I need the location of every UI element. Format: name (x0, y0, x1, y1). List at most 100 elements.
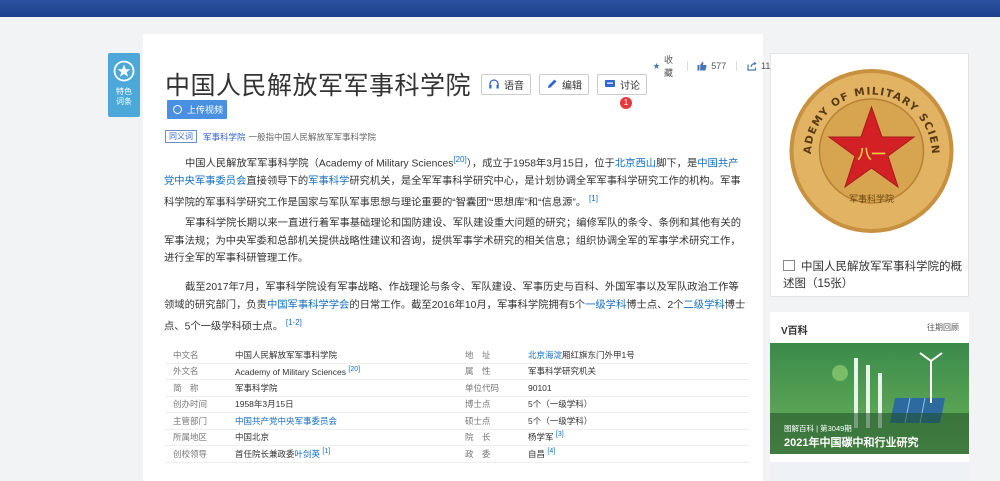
info-key: 政 委 (465, 448, 491, 459)
like-button[interactable]: 577 (697, 61, 726, 71)
info-link[interactable]: 北京海淀 (528, 350, 562, 360)
info-link[interactable]: 叶剑英 (295, 449, 321, 459)
table-row: 中文名 中国人民解放军军事科学院 地 址 北京海淀厢红旗东门外甲1号 (165, 347, 749, 364)
info-key: 单位代码 (465, 382, 500, 393)
citation-link[interactable]: [3] (556, 431, 564, 438)
intro-paragraph-2: 军事科学院长期以来一直进行着军事基础理论和国防建设、军队建设重大问题的研究；编修… (164, 218, 742, 264)
image-caption[interactable]: 中国人民解放军军事科学院的概述图（15张） (783, 259, 963, 293)
title-row: 中国人民解放军军事科学院 语音 编辑 讨论 (165, 66, 648, 102)
citation-link[interactable]: [20] (453, 155, 466, 164)
table-row: 创校领导 首任院长兼政委叶剑英 [1] 政 委 自昌 [4] (165, 446, 749, 463)
collect-button[interactable]: 收藏 (653, 53, 677, 79)
discuss-button[interactable]: 讨论 (597, 73, 648, 95)
banner-title: 2021年中国碳中和行业研究 (784, 437, 919, 449)
citation-link[interactable]: [1-2] (286, 318, 302, 327)
entry-main-panel: 收藏 577 112 中国人民解放军军事科学院 语音 编辑 讨论 1 上传视频 … (143, 34, 775, 481)
emblem-bottom-text: 军事科学院 (849, 193, 894, 205)
info-value: 厢红旗东门外甲1号 (562, 349, 635, 360)
link-military-science[interactable]: 军事科学 (308, 176, 349, 187)
info-key: 中文名 (173, 349, 199, 360)
table-row: 简 称 军事科学院 单位代码 90101 (165, 380, 749, 397)
v-baike-title: V百科 (781, 326, 808, 337)
table-row: 所属地区 中国北京 院 长 杨学军 [3] (165, 430, 749, 446)
star-icon (653, 62, 660, 69)
info-key: 属 性 (465, 366, 491, 377)
text: 直接领导下的 (246, 175, 309, 187)
edit-button[interactable]: 编辑 (539, 73, 590, 95)
summary-image-card[interactable]: ACADEMY OF MILITARY SCIENCE 八一 军事科学院 中国人… (770, 53, 969, 297)
citation-link[interactable]: [1] (589, 194, 598, 203)
synonym-tag: 同义词 (165, 130, 197, 143)
star-badge-icon (113, 60, 135, 82)
pencil-icon (548, 79, 557, 88)
link-second-discipline[interactable]: 二级学科 (683, 300, 724, 311)
chat-icon (605, 80, 616, 87)
table-row: 外文名 Academy of Military Sciences [20] 属 … (165, 364, 749, 380)
text: 脚下，是 (656, 158, 698, 170)
audio-label: 语音 (504, 80, 525, 92)
link-first-discipline[interactable]: 一级学科 (585, 300, 626, 311)
link-society[interactable]: 中国军事科学学会 (267, 300, 349, 311)
headphone-icon (489, 79, 499, 89)
text: 博士点、2个 (626, 299, 684, 311)
info-value: Academy of Military Sciences (235, 366, 347, 377)
edit-label: 编辑 (562, 80, 583, 92)
v-baike-panel: V百科 往期回顾 图解百科 | 第3049期 2021年中国碳中和行业研究 (770, 312, 969, 481)
info-value: 自昌 (528, 448, 546, 459)
info-value: 5个（一级学科） (528, 399, 593, 410)
info-key: 创办时间 (173, 399, 208, 410)
info-value: 军事科学研究机关 (528, 366, 597, 377)
info-key: 外文名 (173, 366, 199, 377)
audio-button[interactable]: 语音 (481, 73, 532, 95)
discuss-label: 讨论 (620, 80, 641, 92)
v-baike-header: V百科 往期回顾 (770, 312, 969, 337)
synonym-line: 同义词 军事科学院 一般指中国人民解放军军事科学院 (165, 130, 376, 143)
page-title: 中国人民解放军军事科学院 (165, 72, 472, 100)
thumbs-up-icon (697, 61, 707, 71)
info-value: 中国北京 (235, 432, 270, 443)
citation-link[interactable]: [4] (547, 448, 555, 455)
past-issues-link[interactable]: 往期回顾 (927, 322, 959, 337)
divider (736, 61, 738, 71)
caption-text: 中国人民解放军军事科学院的概述图（15张） (783, 261, 962, 290)
next-card-preview (770, 462, 969, 481)
intro-paragraph-3: 截至2017年7月，军事科学院设有军事战略、作战理论与条令、军队建设、军事历史与… (164, 279, 746, 336)
link-xishan[interactable]: 北京西山 (615, 158, 656, 169)
academy-emblem-image[interactable]: ACADEMY OF MILITARY SCIENCE 八一 军事科学院 (786, 67, 957, 235)
info-key: 简 称 (173, 382, 199, 393)
citation-link[interactable]: [1] (322, 448, 330, 455)
entry-stats: 收藏 577 112 (643, 53, 775, 79)
text: 中国人民解放军军事科学院（Academy of Military Science… (185, 158, 454, 170)
collect-label: 收藏 (663, 55, 673, 78)
info-value: 5个（一级学科） (528, 415, 593, 426)
v-baike-banner[interactable]: 图解百科 | 第3049期 2021年中国碳中和行业研究 (770, 343, 969, 454)
info-value: 首任院长兼政委 (235, 448, 295, 459)
citation-link[interactable]: [20] (348, 366, 360, 373)
divider (686, 61, 688, 71)
top-nav-bar (0, 0, 1000, 17)
text: ），成立于1958年3月15日，位于 (466, 158, 615, 170)
info-key: 博士点 (465, 399, 491, 410)
featured-entry-badge[interactable]: 特色词条 (108, 53, 140, 117)
emblem-center-text: 八一 (857, 147, 886, 163)
info-link[interactable]: 中国共产党中央军事委员会 (235, 415, 457, 427)
info-key: 创校领导 (173, 448, 208, 459)
upload-video-button[interactable]: 上传视频 (167, 100, 227, 119)
upload-video-label: 上传视频 (187, 105, 224, 115)
synonym-text: 一般指中国人民解放军军事科学院 (248, 131, 377, 142)
table-row: 创办时间 1958年3月15日 博士点 5个（一级学科） (165, 397, 749, 413)
plus-circle-icon (173, 105, 182, 114)
badge-label: 特色词条 (116, 87, 132, 106)
share-icon (747, 61, 757, 71)
info-value: 90101 (528, 382, 552, 393)
info-value: 中国人民解放军军事科学院 (235, 349, 338, 360)
image-icon (783, 260, 795, 271)
info-value: 1958年3月15日 (235, 399, 294, 410)
like-count: 577 (711, 61, 727, 71)
info-key: 主管部门 (173, 415, 208, 426)
info-key: 硕士点 (465, 415, 491, 426)
info-key: 地 址 (465, 349, 491, 360)
info-key: 院 长 (465, 432, 491, 443)
synonym-link[interactable]: 军事科学院 (203, 131, 246, 143)
info-key: 所属地区 (173, 432, 208, 443)
